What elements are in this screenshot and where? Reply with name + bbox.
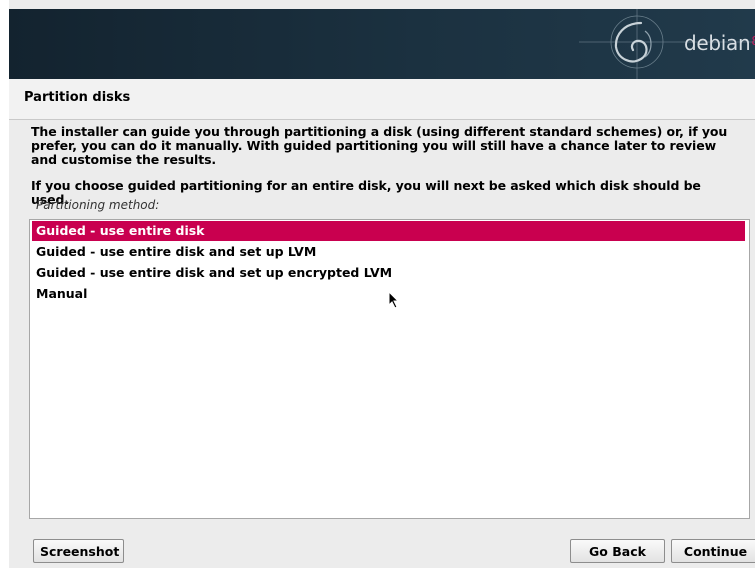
partitioning-method-label: Partitioning method: [36,198,160,212]
page-title: Partition disks [24,90,131,105]
option-guided-entire-disk[interactable]: Guided - use entire disk [32,221,745,241]
mouse-pointer-icon [388,291,400,309]
installer-window: debian8 Partition disks The installer ca… [9,0,755,568]
go-back-button[interactable]: Go Back [570,539,665,563]
screenshot-button[interactable]: Screenshot [33,539,124,563]
option-guided-encrypted-lvm[interactable]: Guided - use entire disk and set up encr… [32,263,745,283]
debian-logo-text: debian8 [684,31,755,55]
partitioning-method-list[interactable]: Guided - use entire disk Guided - use en… [29,219,750,519]
header-banner: debian8 [9,9,755,79]
debian-version: 8 [751,34,755,48]
option-guided-lvm[interactable]: Guided - use entire disk and set up LVM [32,242,745,262]
intro-text: The installer can guide you through part… [31,124,728,167]
continue-button[interactable]: Continue [671,539,755,563]
main-content: The installer can guide you through part… [9,120,755,520]
title-bar: Partition disks [9,79,755,120]
